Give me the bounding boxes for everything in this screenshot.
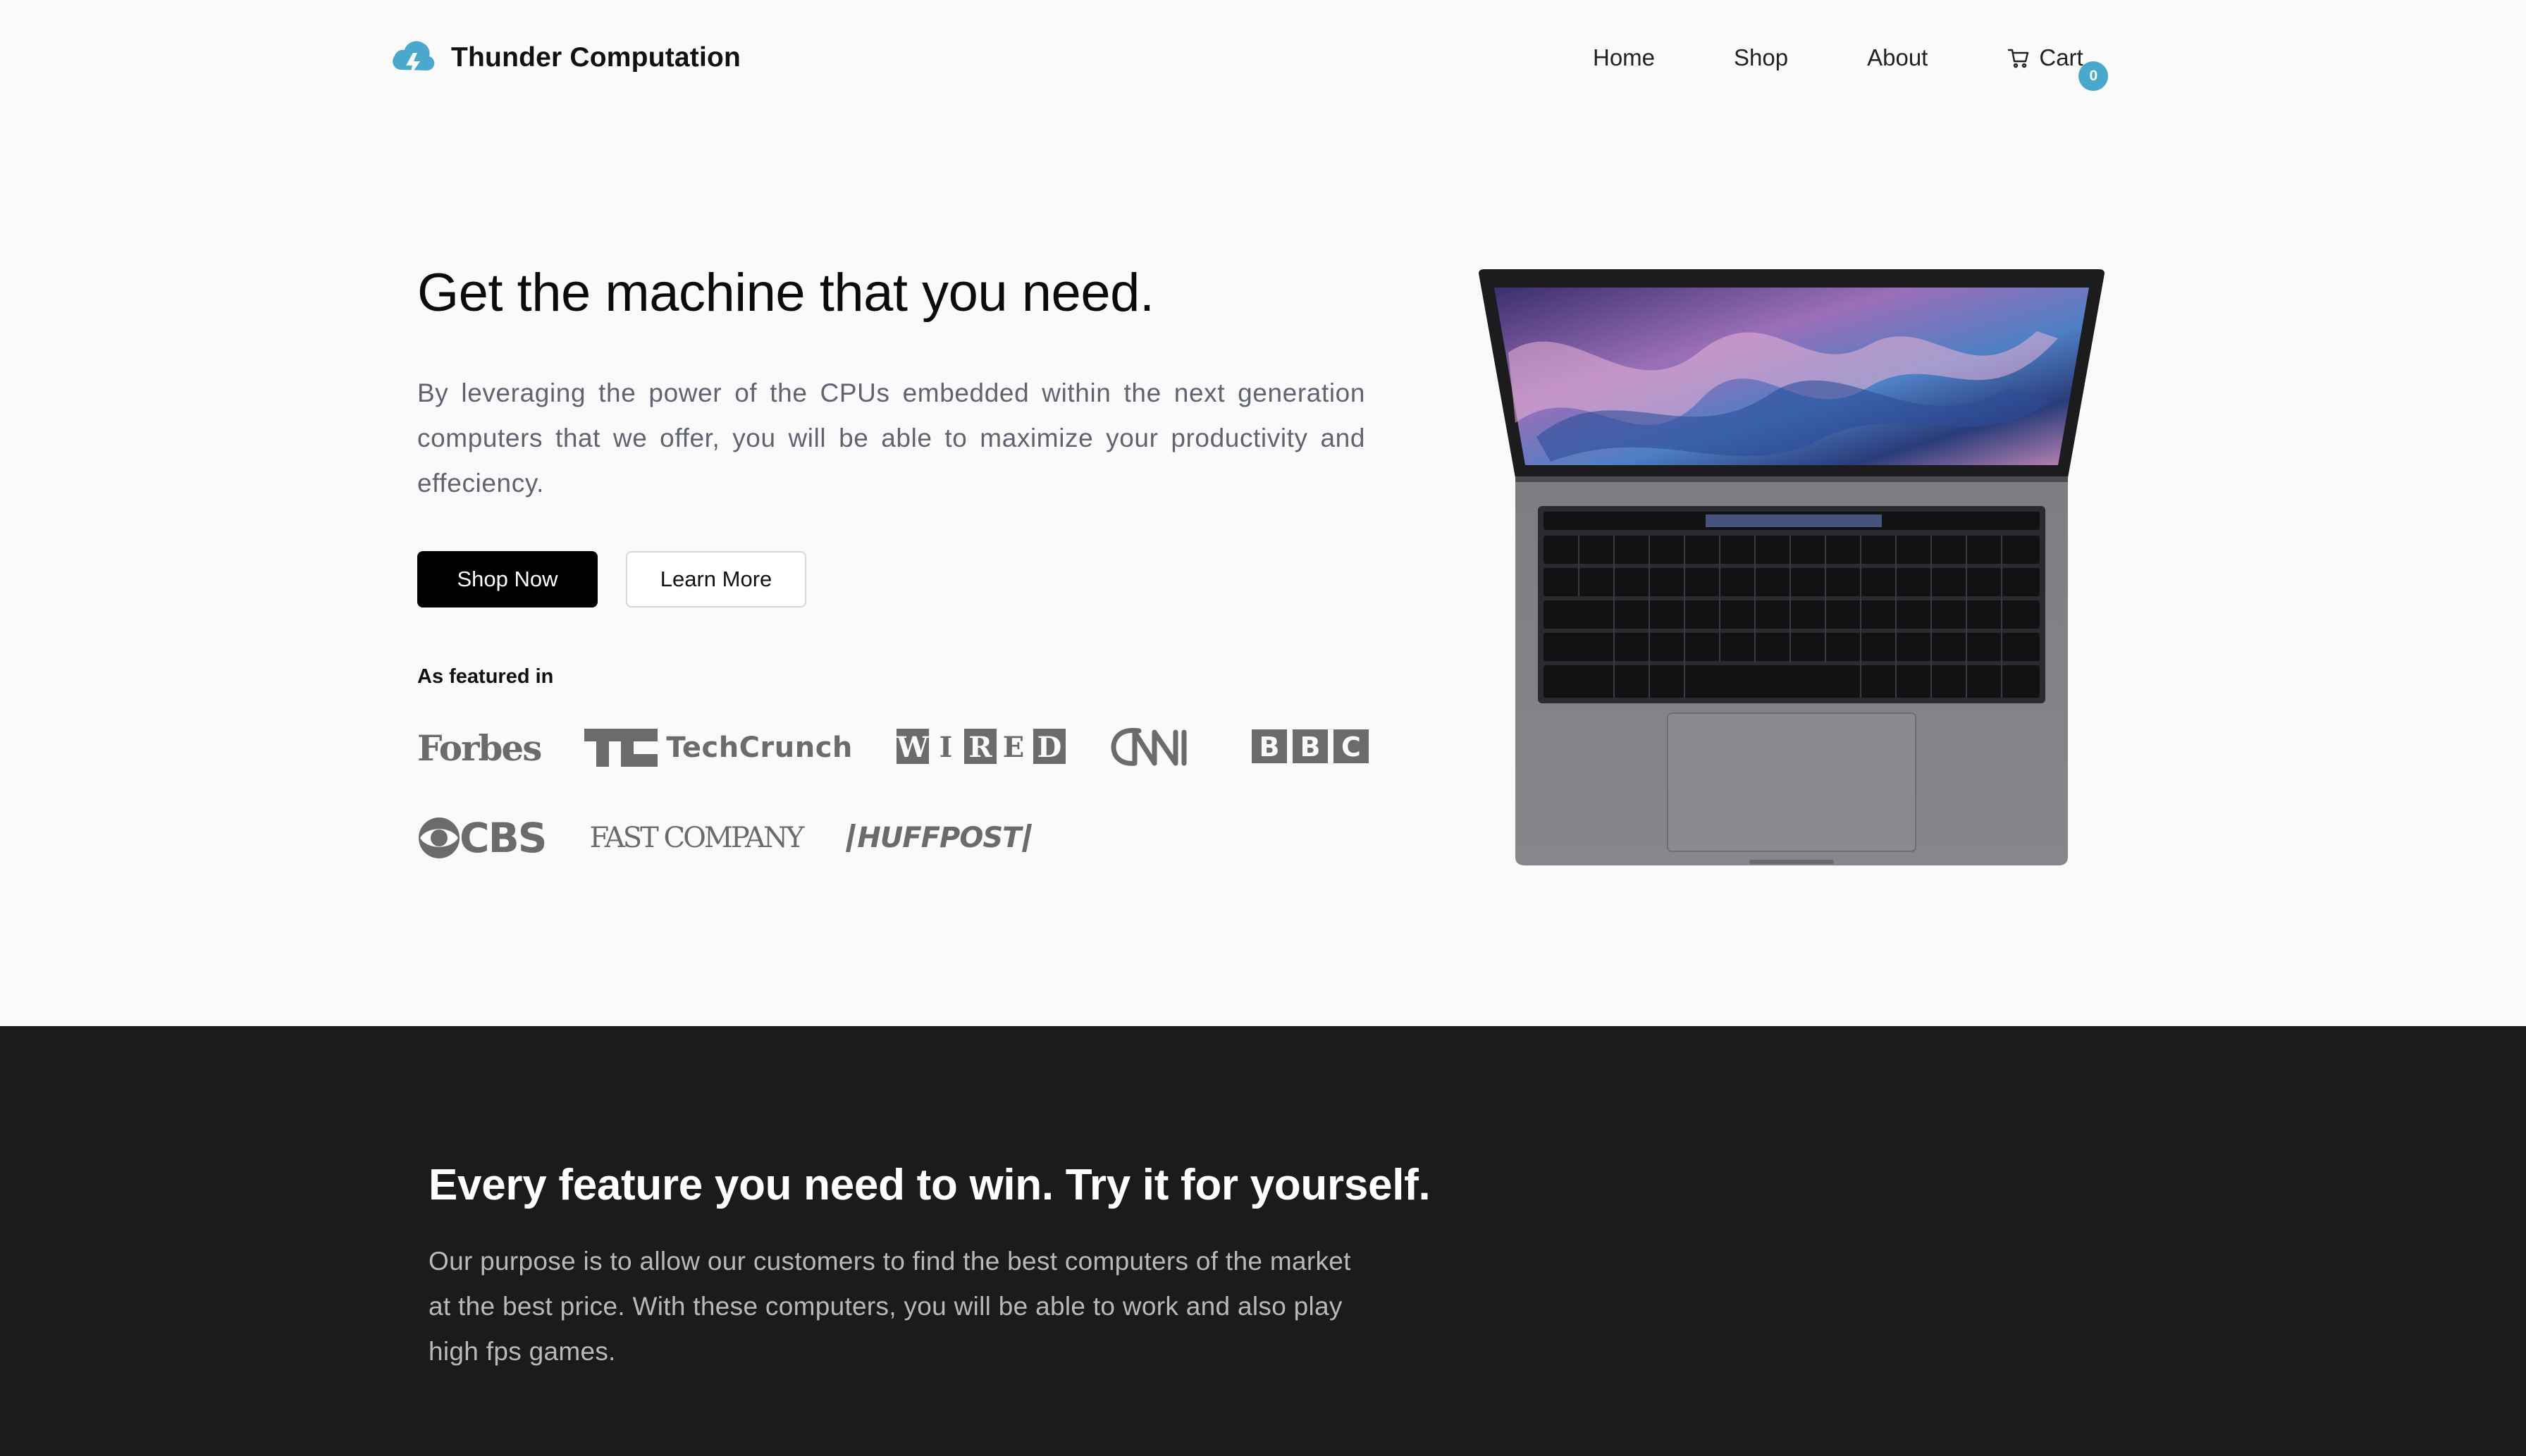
- svg-text:D: D: [1037, 731, 1062, 764]
- svg-text:C: C: [1341, 732, 1361, 763]
- cart-label: Cart: [2039, 44, 2083, 70]
- featured-logos-row: Forbes TechCrunch W I R E D B B C: [417, 722, 1370, 774]
- features-title: Every feature you need to win. Try it fo…: [429, 1161, 1431, 1209]
- nav-link-home[interactable]: Home: [1593, 44, 1655, 71]
- bbc-wordmark: B B C: [1251, 729, 1369, 763]
- fastcompany-logo-text: FAST COMPANY: [589, 822, 805, 854]
- laptop-image: [1479, 269, 2105, 865]
- huffpost-logo: HUFFPOST: [846, 822, 1033, 854]
- learn-more-button[interactable]: Learn More: [626, 551, 806, 607]
- site-header: Thunder Computation Home Shop About Cart…: [0, 0, 2526, 113]
- hero-description: By leveraging the power of the CPUs embe…: [417, 378, 1365, 498]
- forbes-logo: Forbes: [417, 727, 542, 769]
- techcrunch-logo-text: TechCrunch: [666, 732, 853, 764]
- featured-logos-row: CBS FAST COMPANY HUFFPOST: [417, 812, 1033, 864]
- hero-title: Get the machine that you need.: [417, 263, 1154, 323]
- svg-text:E: E: [1003, 731, 1025, 764]
- forbes-logo-text: Forbes: [417, 727, 542, 769]
- shop-now-button[interactable]: Shop Now: [417, 551, 598, 607]
- svg-text:R: R: [968, 731, 992, 764]
- nav-link-about[interactable]: About: [1867, 44, 1928, 71]
- thunder-cloud-icon: [393, 41, 435, 77]
- features-section: Every feature you need to win. Try it fo…: [0, 1026, 2526, 1456]
- cart-count-badge: 0: [2078, 61, 2109, 91]
- cbs-eye-icon: [419, 818, 460, 858]
- brand-name: Thunder Computation: [451, 42, 741, 73]
- cbs-logo-text: CBS: [460, 814, 548, 862]
- nav-link-cart[interactable]: Cart 0: [2007, 44, 2109, 91]
- cbs-logo: CBS: [417, 814, 548, 862]
- cart-icon: [2008, 49, 2029, 68]
- svg-text:I: I: [939, 731, 953, 764]
- huffpost-logo-text: HUFFPOST: [857, 822, 1021, 854]
- cnn-wordmark: [1111, 727, 1187, 766]
- svg-text:B: B: [1259, 732, 1279, 763]
- svg-text:W: W: [897, 731, 930, 764]
- wired-wordmark: W I R E D: [896, 728, 1066, 764]
- bbc-logo: B B C: [1251, 728, 1370, 768]
- huffpost-slash-icon: [846, 824, 856, 852]
- brand[interactable]: Thunder Computation: [389, 31, 741, 85]
- fastcompany-logo: FAST COMPANY: [589, 822, 805, 854]
- cnn-logo: [1111, 724, 1208, 772]
- svg-text:B: B: [1300, 732, 1320, 763]
- huffpost-slash-icon: [1022, 824, 1033, 852]
- main-nav: Home Shop About Cart 0: [1593, 37, 2109, 91]
- techcrunch-mark-icon: [584, 729, 658, 767]
- features-description: Our purpose is to allow our customers to…: [429, 1247, 1351, 1366]
- featured-label: As featured in: [417, 665, 554, 688]
- nav-link-shop[interactable]: Shop: [1734, 44, 1788, 71]
- wired-logo: W I R E D: [896, 727, 1067, 769]
- techcrunch-logo: TechCrunch: [584, 729, 853, 767]
